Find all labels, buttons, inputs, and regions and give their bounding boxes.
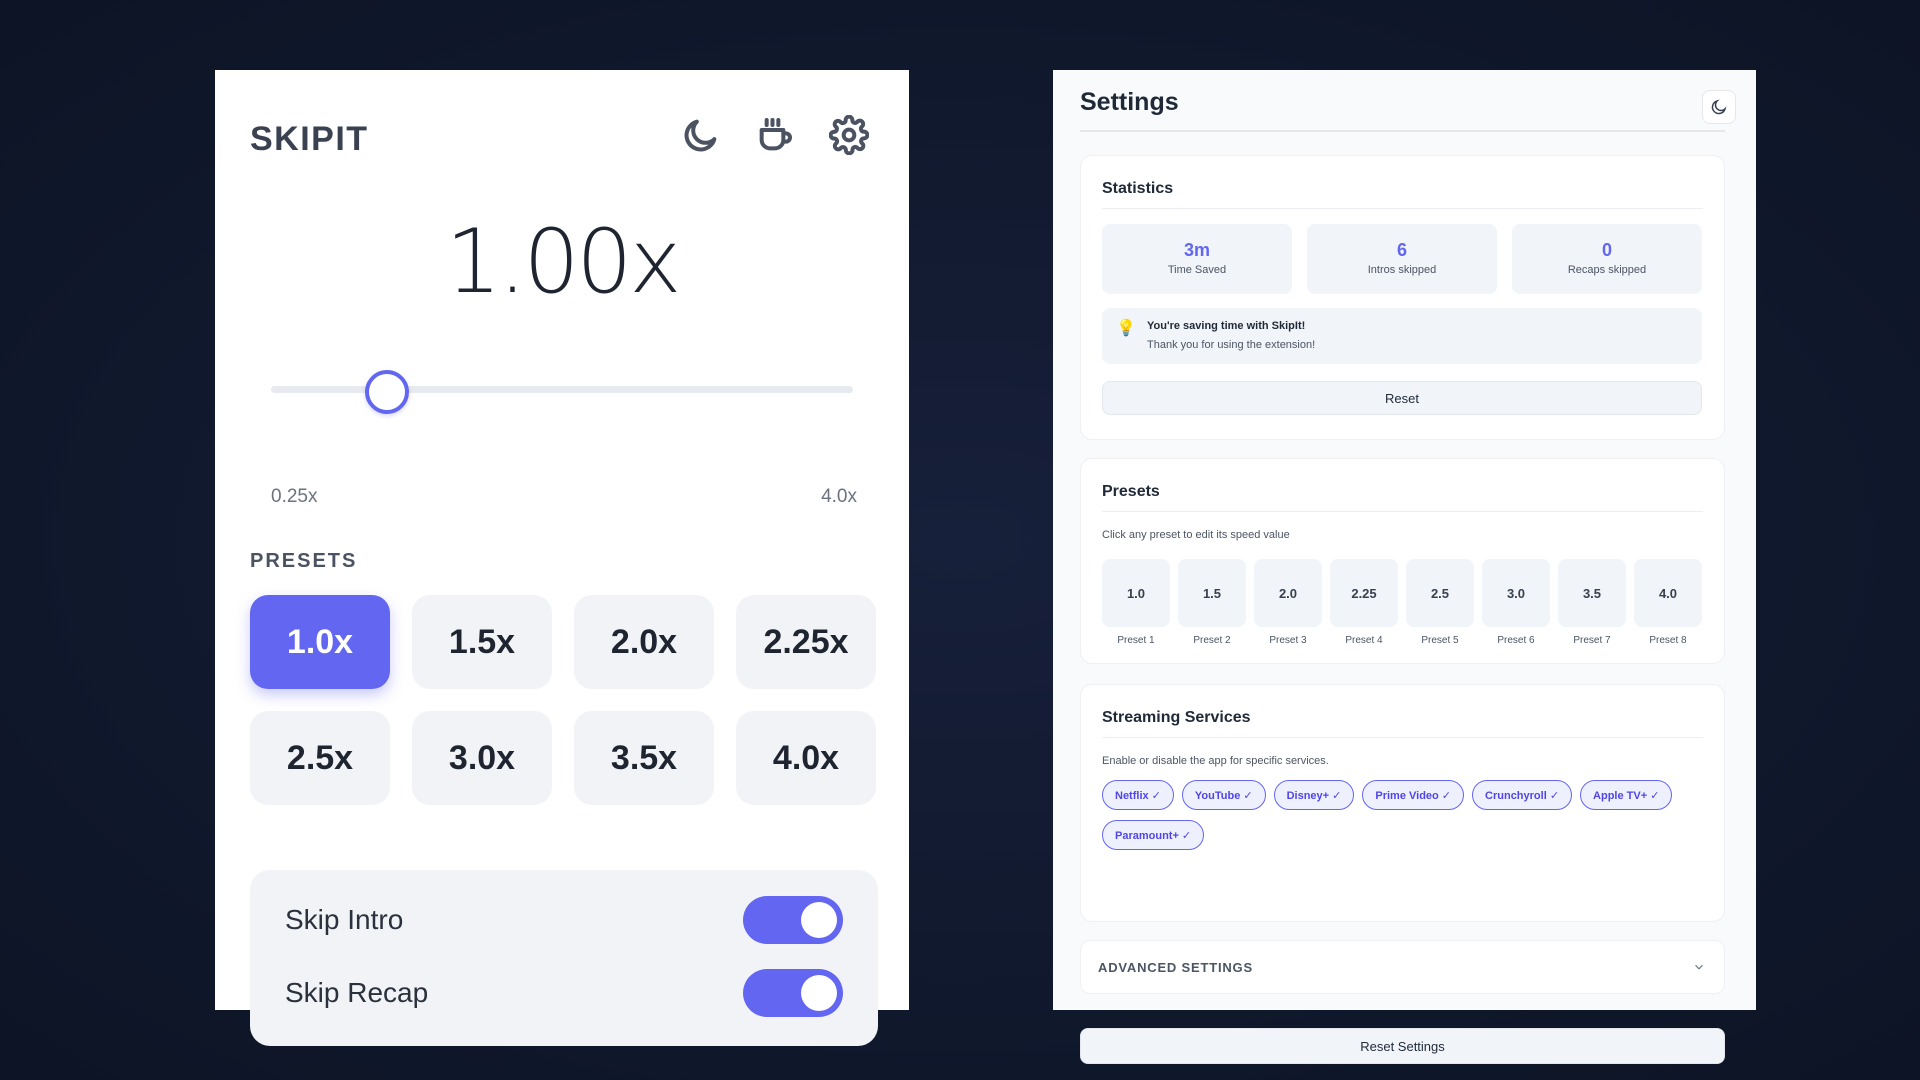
preset-caption: Preset 5 [1421, 635, 1459, 646]
preset-cell: 1.5 Preset 2 [1178, 559, 1246, 646]
preset-value-button[interactable]: 1.5 [1178, 559, 1246, 627]
advanced-settings-toggle[interactable]: ADVANCED SETTINGS [1080, 940, 1725, 994]
service-chips: Netflix ✓ YouTube ✓ Disney+ ✓ Prime Vide… [1102, 780, 1702, 850]
stat-recaps-skipped: 0 Recaps skipped [1512, 224, 1702, 294]
preset-cell: 2.5 Preset 5 [1406, 559, 1474, 646]
statistics-heading: Statistics [1102, 180, 1174, 197]
preset-value-button[interactable]: 2.5 [1406, 559, 1474, 627]
preset-cell: 3.5 Preset 7 [1558, 559, 1626, 646]
toggle-knob [801, 975, 837, 1011]
preset-cell: 2.25 Preset 4 [1330, 559, 1398, 646]
preset-value-button[interactable]: 2.25 [1330, 559, 1398, 627]
statistics-card: Statistics 3m Time Saved 6 Intros skippe… [1080, 155, 1725, 440]
preset-value-button[interactable]: 3.0 [1482, 559, 1550, 627]
preset-button[interactable]: 1.0x [250, 595, 390, 689]
presets-description: Click any preset to edit its speed value [1102, 529, 1290, 541]
preset-editor-row: 1.0 Preset 1 1.5 Preset 2 2.0 Preset 3 2.25… [1102, 559, 1702, 646]
brand-title: SKIPIT [250, 120, 369, 158]
card-divider [1102, 208, 1703, 209]
title-divider [1080, 130, 1725, 132]
reset-settings-button[interactable]: Reset Settings [1080, 1028, 1725, 1064]
stat-label: Recaps skipped [1567, 264, 1647, 276]
preset-caption: Preset 1 [1117, 635, 1155, 646]
presets-heading: PRESETS [250, 550, 358, 572]
slider-max-label: 4.0x [821, 486, 857, 507]
chevron-down-icon [1695, 964, 1703, 970]
skip-recap-label: Skip Recap [285, 977, 429, 1008]
savings-tip: 💡 You're saving time with SkipIt! Thank … [1102, 308, 1702, 364]
preset-button[interactable]: 1.5x [412, 595, 552, 689]
stat-intros-skipped: 6 Intros skipped [1307, 224, 1497, 294]
stat-value: 3m [1183, 240, 1210, 260]
skip-recap-toggle[interactable] [743, 969, 843, 1017]
streaming-description: Enable or disable the app for specific s… [1102, 755, 1329, 767]
preset-button[interactable]: 3.5x [574, 711, 714, 805]
moon-icon [1711, 99, 1727, 115]
preset-value-button[interactable]: 4.0 [1634, 559, 1702, 627]
gear-icon[interactable] [828, 114, 870, 156]
dark-mode-button[interactable] [1702, 90, 1736, 124]
service-chip-crunchyroll[interactable]: Crunchyroll ✓ [1472, 780, 1573, 810]
slider-min-label: 0.25x [271, 486, 318, 507]
preset-button[interactable]: 2.0x [574, 595, 714, 689]
preset-cell: 1.0 Preset 1 [1102, 559, 1170, 646]
tip-title: You're saving time with SkipIt! [1147, 320, 1306, 332]
stat-time-saved: 3m Time Saved [1102, 224, 1292, 294]
service-chip-prime-video[interactable]: Prime Video ✓ [1362, 780, 1465, 810]
toggle-knob [801, 902, 837, 938]
popup-toolbar [681, 114, 870, 156]
preset-value-button[interactable]: 3.5 [1558, 559, 1626, 627]
preset-caption: Preset 3 [1269, 635, 1307, 646]
preset-button[interactable]: 3.0x [412, 711, 552, 805]
preset-value-button[interactable]: 1.0 [1102, 559, 1170, 627]
card-divider [1102, 737, 1703, 738]
settings-page: Settings Statistics 3m Time Saved 6 Intr… [1053, 70, 1756, 1064]
toggle-row-skip-recap: Skip Recap [285, 963, 843, 1023]
preset-grid: 1.0x 1.5x 2.0x 2.25x 2.5x 3.0x 3.5x 4.0x [250, 595, 878, 805]
preset-caption: Preset 4 [1345, 635, 1383, 646]
service-chip-apple-tv[interactable]: Apple TV+ ✓ [1580, 780, 1673, 810]
service-chip-netflix[interactable]: Netflix ✓ [1102, 780, 1174, 810]
card-divider [1102, 511, 1703, 512]
reset-stats-button[interactable]: Reset [1102, 381, 1702, 415]
preset-value-button[interactable]: 2.0 [1254, 559, 1322, 627]
stat-label: Intros skipped [1367, 264, 1437, 276]
settings-title: Settings [1080, 88, 1179, 116]
skip-intro-toggle[interactable] [743, 896, 843, 944]
speed-slider[interactable] [271, 370, 853, 414]
service-chip-disney[interactable]: Disney+ ✓ [1273, 780, 1355, 810]
advanced-settings-label: ADVANCED SETTINGS [1098, 959, 1253, 975]
slider-thumb[interactable] [365, 370, 410, 414]
preset-caption: Preset 7 [1573, 635, 1611, 646]
preset-cell: 2.0 Preset 3 [1254, 559, 1322, 646]
tip-text: Thank you for using the extension! [1147, 339, 1316, 351]
toggle-row-skip-intro: Skip Intro [285, 890, 843, 950]
preset-caption: Preset 8 [1649, 635, 1687, 646]
skip-intro-label: Skip Intro [285, 904, 404, 935]
stat-value: 0 [1601, 240, 1612, 260]
moon-icon[interactable] [681, 115, 721, 155]
presets-heading: Presets [1102, 483, 1160, 500]
preset-cell: 4.0 Preset 8 [1634, 559, 1702, 646]
lightbulb-icon: 💡 [1116, 320, 1136, 337]
skip-toggles-panel: Skip Intro Skip Recap [250, 870, 878, 1046]
preset-button[interactable]: 2.25x [736, 595, 876, 689]
service-chip-youtube[interactable]: YouTube ✓ [1181, 780, 1266, 810]
preset-caption: Preset 6 [1497, 635, 1535, 646]
stat-value: 6 [1396, 240, 1407, 260]
speed-display: 1.00x [445, 210, 681, 313]
coffee-icon[interactable] [755, 115, 795, 155]
preset-caption: Preset 2 [1193, 635, 1231, 646]
preset-cell: 3.0 Preset 6 [1482, 559, 1550, 646]
stat-label: Time Saved [1167, 264, 1227, 276]
streaming-services-card: Streaming Services Enable or disable the… [1080, 684, 1725, 922]
presets-card: Presets Click any preset to edit its spe… [1080, 458, 1725, 664]
preset-button[interactable]: 4.0x [736, 711, 876, 805]
preset-button[interactable]: 2.5x [250, 711, 390, 805]
service-chip-paramount[interactable]: Paramount+ ✓ [1102, 820, 1205, 850]
slider-track[interactable] [271, 386, 853, 393]
streaming-heading: Streaming Services [1102, 709, 1251, 726]
skipit-popup: SKIPIT 1.00x 0.25x 4.0x PRESETS 1.0x 1.5… [215, 70, 909, 1046]
